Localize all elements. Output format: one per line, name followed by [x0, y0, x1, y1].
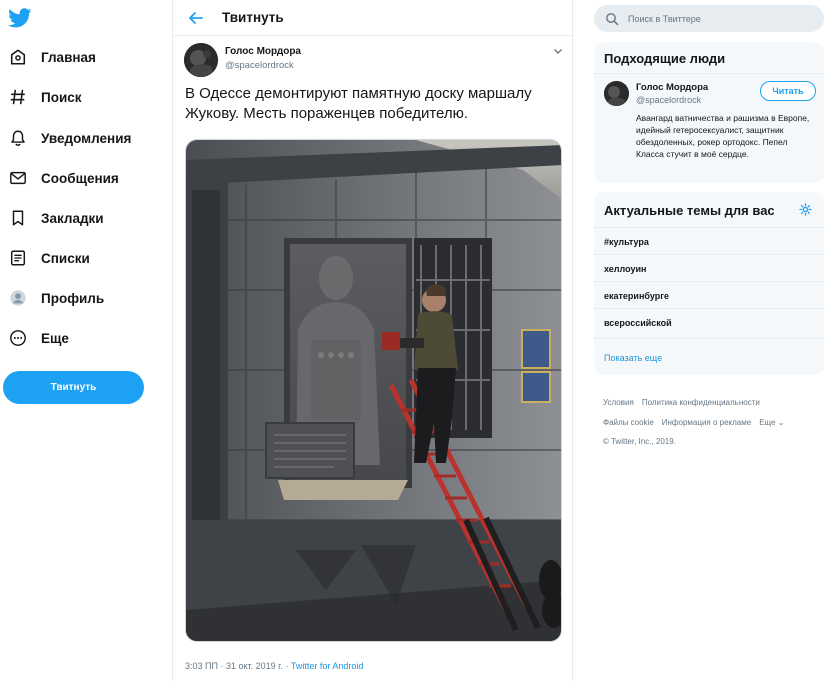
nav-label-profile: Профиль [41, 290, 105, 306]
follow-button[interactable]: Читать [760, 81, 816, 101]
more-icon [8, 328, 28, 348]
nav-item-messages[interactable]: Сообщения [8, 164, 119, 192]
page-title: Твитнуть [222, 10, 284, 25]
list-icon [8, 248, 28, 268]
trend-label: хеллоуин [604, 264, 647, 274]
footer-link-more[interactable]: Еще ⌄ [759, 418, 784, 427]
gear-icon[interactable] [799, 203, 812, 216]
envelope-icon [8, 168, 28, 188]
footer-link-cookies[interactable]: Файлы cookie [603, 418, 654, 427]
trend-item[interactable]: екатеринбурге [594, 281, 824, 308]
nav-item-bookmarks[interactable]: Закладки [8, 204, 104, 232]
trend-label: #культура [604, 237, 649, 247]
tweet-column: Твитнуть Голос Мордора @spacelordrock В … [172, 0, 573, 681]
suggested-user-handle[interactable]: @spacelordrock [636, 95, 701, 105]
search-icon [605, 12, 619, 26]
tweet-button[interactable]: Твитнуть [3, 371, 144, 404]
author-handle[interactable]: @spacelordrock [225, 60, 294, 71]
show-more-link[interactable]: Показать еще [604, 353, 662, 363]
trend-item[interactable]: #культура [594, 227, 824, 254]
author-name[interactable]: Голос Мордора [225, 46, 301, 57]
nav-item-home[interactable]: Главная [8, 43, 96, 71]
nav-label-explore: Поиск [41, 89, 82, 105]
suggested-user-bio: Авангард ватничества и рашизма в Европе,… [636, 113, 810, 159]
chevron-down-icon[interactable] [552, 44, 564, 56]
footer-copyright: © Twitter, Inc., 2019. [603, 437, 676, 446]
who-to-follow-title: Подходящие люди [604, 51, 726, 66]
suggested-user-avatar[interactable] [604, 81, 629, 106]
bell-icon [8, 128, 28, 148]
nav-label-messages: Сообщения [41, 170, 119, 186]
hashtag-icon [8, 87, 28, 107]
nav-label-more: Еще [41, 330, 69, 346]
nav-item-profile[interactable]: Профиль [8, 284, 104, 312]
nav-item-notifications[interactable]: Уведомления [8, 124, 131, 152]
author-avatar[interactable] [184, 43, 218, 77]
nav-label-lists: Списки [41, 250, 90, 266]
trend-label: всероссийской [604, 318, 672, 328]
nav-item-more[interactable]: Еще [8, 324, 69, 352]
trend-item[interactable]: всероссийской [594, 308, 824, 335]
trends-card: Актуальные темы для вас #культура хеллоу… [594, 192, 824, 375]
tweet-timestamp[interactable]: 3:03 ПП · 31 окт. 2019 г. · [185, 661, 291, 671]
search-box[interactable] [594, 5, 824, 32]
who-to-follow-card: Подходящие люди Голос Мордора @spacelord… [594, 42, 824, 183]
footer-link-privacy[interactable]: Политика конфиденциальности [642, 398, 760, 407]
bookmark-icon [8, 208, 28, 228]
trend-label: екатеринбурге [604, 291, 669, 301]
nav-item-explore[interactable]: Поиск [8, 83, 82, 111]
suggested-user-name[interactable]: Голос Мордора [636, 82, 708, 93]
avatar-icon [8, 288, 28, 308]
search-input[interactable] [628, 13, 808, 24]
trends-title: Актуальные темы для вас [604, 203, 775, 218]
tweet-meta: 3:03 ПП · 31 окт. 2019 г. · Twitter for … [185, 661, 363, 671]
nav-label-home: Главная [41, 49, 96, 65]
back-arrow-icon[interactable] [187, 9, 205, 27]
footer-links-row-1: Условия Политика конфиденциальности [603, 398, 768, 407]
divider [594, 338, 824, 339]
home-icon [8, 47, 28, 67]
twitter-bird-icon[interactable] [8, 6, 32, 30]
nav-label-notifications: Уведомления [41, 130, 132, 146]
column-header: Твитнуть [173, 0, 572, 36]
nav-label-bookmarks: Закладки [41, 210, 104, 226]
nav-item-lists[interactable]: Списки [8, 244, 90, 272]
divider [594, 73, 824, 74]
footer-link-terms[interactable]: Условия [603, 398, 634, 407]
tweet-photo[interactable] [185, 139, 562, 642]
left-nav: Главная Поиск Уведомления Сообщения Закл… [0, 0, 172, 681]
trend-item[interactable]: хеллоуин [594, 254, 824, 281]
footer-link-ads-info[interactable]: Информация о рекламе [662, 418, 751, 427]
tweet-source-link[interactable]: Twitter for Android [291, 661, 364, 671]
footer-links-row-2: Файлы cookie Информация о рекламе Еще ⌄ [603, 418, 792, 427]
tweet-text: В Одессе демонтируют памятную доску марш… [185, 85, 532, 122]
